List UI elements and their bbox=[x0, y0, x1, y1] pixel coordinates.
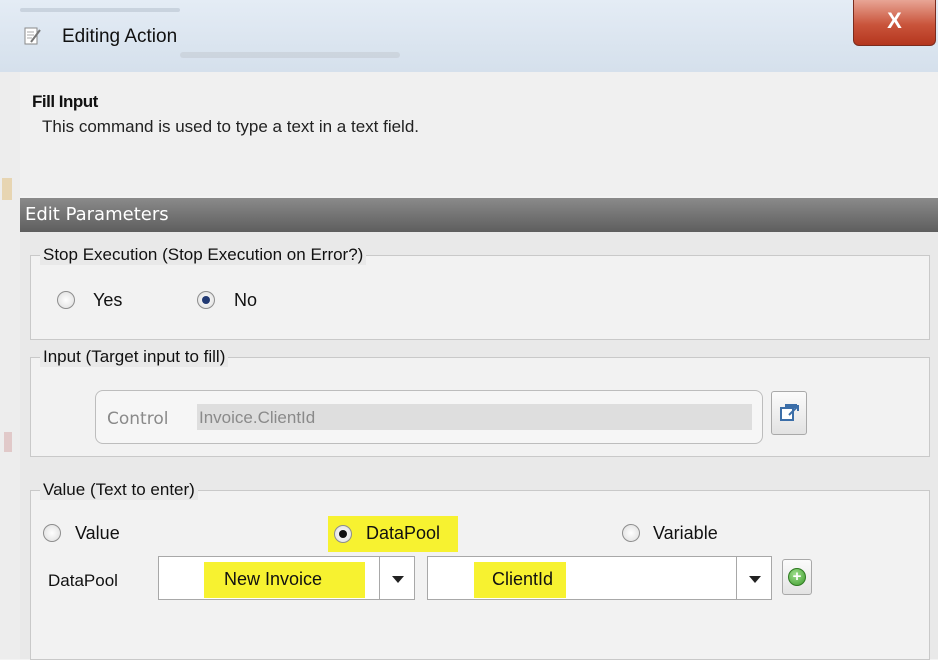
radio-no-label: No bbox=[234, 290, 258, 310]
stop-execution-group bbox=[30, 255, 930, 340]
datapool-row-label: DataPool bbox=[48, 571, 118, 590]
background-blur bbox=[20, 8, 180, 12]
command-name: Fill Input bbox=[32, 92, 98, 111]
datapool-dropdown-button[interactable] bbox=[379, 556, 415, 600]
open-window-icon bbox=[780, 404, 799, 421]
datapool-select-value: New Invoice bbox=[224, 569, 323, 589]
background-mark bbox=[2, 178, 12, 200]
edit-document-icon bbox=[24, 27, 41, 45]
value-legend: Value (Text to enter) bbox=[40, 480, 198, 500]
radio-variable-label: Variable bbox=[653, 523, 718, 543]
background-mark bbox=[4, 432, 12, 452]
radio-value-label: Value bbox=[75, 523, 120, 543]
radio-variable[interactable] bbox=[622, 524, 640, 542]
command-description: This command is used to type a text in a… bbox=[42, 117, 420, 136]
close-button[interactable]: X bbox=[853, 0, 936, 46]
open-control-picker-button[interactable] bbox=[771, 391, 807, 435]
column-dropdown-button[interactable] bbox=[736, 556, 772, 600]
radio-yes-label: Yes bbox=[93, 290, 123, 310]
edit-parameters-header: Edit Parameters bbox=[20, 198, 938, 232]
window-title: Editing Action bbox=[62, 26, 178, 47]
control-prefix-label: Control bbox=[107, 409, 169, 429]
radio-value[interactable] bbox=[43, 524, 61, 542]
background-strip bbox=[0, 72, 20, 659]
control-value: Invoice.ClientId bbox=[199, 408, 316, 427]
radio-yes[interactable] bbox=[57, 291, 75, 309]
radio-datapool[interactable] bbox=[334, 525, 352, 543]
add-green-icon: + bbox=[788, 568, 806, 586]
input-legend: Input (Target input to fill) bbox=[40, 347, 229, 367]
stop-execution-legend: Stop Execution (Stop Execution on Error?… bbox=[40, 245, 367, 265]
background-blur bbox=[180, 52, 400, 58]
radio-no[interactable] bbox=[197, 291, 215, 309]
add-button[interactable]: + bbox=[782, 559, 812, 595]
column-select-value: ClientId bbox=[492, 569, 554, 589]
radio-datapool-label: DataPool bbox=[366, 523, 441, 543]
